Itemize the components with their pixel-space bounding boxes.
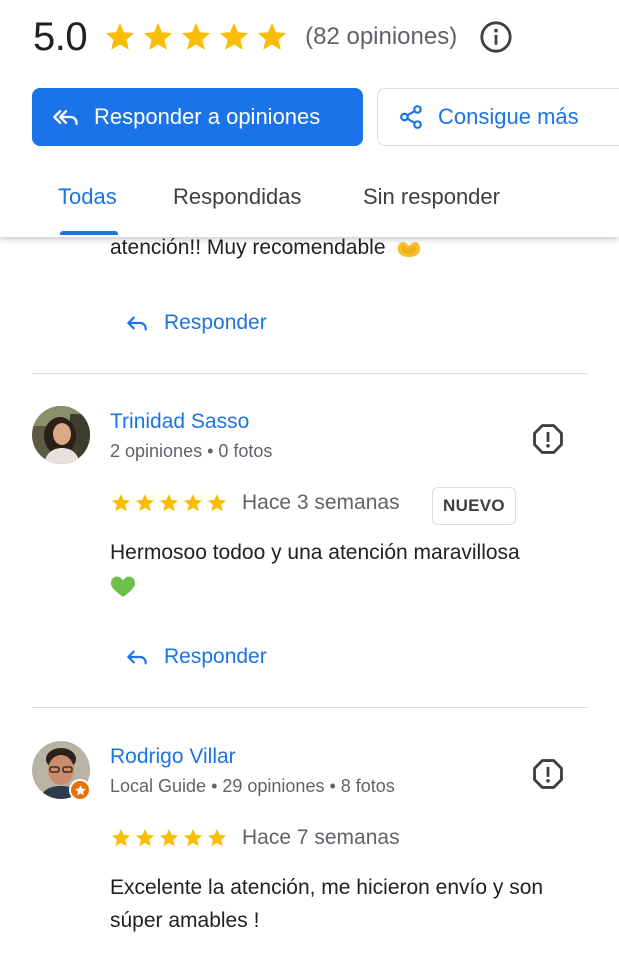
avatar[interactable] bbox=[32, 406, 90, 464]
reply-label: Responder bbox=[164, 645, 267, 668]
star-icon bbox=[181, 22, 211, 50]
active-tab-indicator bbox=[60, 231, 118, 235]
review-filter-tabs: Todas Respondidas Sin responder bbox=[0, 172, 619, 237]
report-review-icon[interactable] bbox=[531, 422, 565, 456]
reviewer-name[interactable]: Rodrigo Villar bbox=[110, 745, 236, 769]
star-icon bbox=[183, 828, 203, 847]
star-icon bbox=[111, 493, 131, 512]
review-text: Hermosoo todoo y una atención maravillos… bbox=[110, 536, 595, 602]
review-stars bbox=[110, 827, 228, 849]
reviewer-meta: 2 opiniones • 0 fotos bbox=[110, 441, 273, 461]
green-heart-emoji-icon bbox=[110, 576, 136, 598]
star-icon bbox=[159, 493, 179, 512]
review-text: atención!! Muy recomendable bbox=[110, 236, 423, 260]
rating-count: (82 opiniones) bbox=[305, 23, 458, 50]
review-date: Hace 7 semanas bbox=[242, 826, 400, 849]
reply-icon bbox=[127, 650, 147, 665]
star-icon bbox=[143, 22, 173, 50]
new-badge: NUEVO bbox=[432, 487, 516, 525]
report-review-icon[interactable] bbox=[531, 757, 565, 791]
review-divider bbox=[32, 373, 587, 374]
tab-replied[interactable]: Respondidas bbox=[173, 184, 301, 210]
star-icon bbox=[105, 22, 135, 50]
star-icon bbox=[135, 828, 155, 847]
info-icon[interactable] bbox=[479, 20, 513, 54]
heart-hands-emoji-icon bbox=[398, 242, 421, 258]
star-icon bbox=[257, 22, 287, 50]
reviewer-name[interactable]: Trinidad Sasso bbox=[110, 410, 249, 434]
star-icon bbox=[207, 493, 227, 512]
reply-button[interactable]: Responder bbox=[124, 644, 267, 670]
rating-stars bbox=[103, 20, 289, 54]
reply-button[interactable]: Responder bbox=[124, 310, 267, 336]
reply-label: Responder bbox=[164, 311, 267, 334]
reply-all-icon bbox=[53, 110, 78, 126]
get-more-reviews-button[interactable]: Consigue más bbox=[377, 88, 619, 146]
get-more-reviews-label: Consigue más bbox=[438, 104, 579, 129]
review-date: Hace 3 semanas bbox=[242, 491, 400, 514]
star-icon bbox=[183, 493, 203, 512]
star-icon bbox=[135, 493, 155, 512]
star-icon bbox=[207, 828, 227, 847]
rating-summary: 5.0 (82 opiniones) bbox=[33, 12, 513, 62]
local-guide-badge-icon bbox=[69, 779, 91, 801]
share-icon bbox=[400, 105, 422, 129]
action-buttons: Responder a opiniones Consigue más bbox=[32, 88, 619, 146]
rating-value: 5.0 bbox=[33, 14, 88, 59]
star-icon bbox=[111, 828, 131, 847]
review-divider bbox=[32, 707, 587, 708]
review-stars bbox=[110, 492, 228, 514]
reviewer-meta: Local Guide • 29 opiniones • 8 fotos bbox=[110, 776, 395, 796]
reviews-header: 5.0 (82 opiniones) Responder a opiniones… bbox=[0, 0, 619, 237]
reply-to-reviews-label: Responder a opiniones bbox=[94, 104, 321, 129]
reply-icon bbox=[127, 316, 147, 331]
reply-to-reviews-button[interactable]: Responder a opiniones bbox=[32, 88, 363, 146]
tab-all[interactable]: Todas bbox=[58, 184, 117, 210]
star-icon bbox=[159, 828, 179, 847]
review-text: Excelente la atención, me hicieron envío… bbox=[110, 876, 544, 932]
star-icon bbox=[219, 22, 249, 50]
tab-unreplied[interactable]: Sin responder bbox=[363, 184, 500, 210]
